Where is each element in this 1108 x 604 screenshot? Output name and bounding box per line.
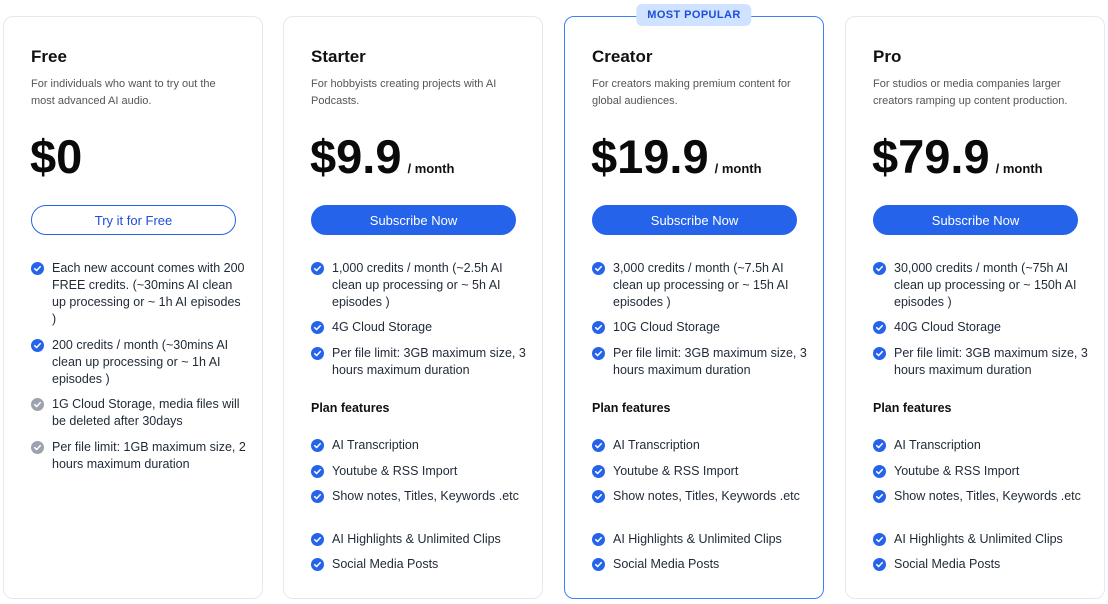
feature-item: Per file limit: 3GB maximum size, 3 hour…: [592, 345, 807, 379]
plan-feature-item: AI Highlights & Unlimited Clips: [311, 531, 526, 548]
plan-feature-item: AI Highlights & Unlimited Clips: [592, 531, 807, 548]
check-circle-icon: [873, 347, 886, 360]
plan-feature-item: Show notes, Titles, Keywords .etc: [873, 488, 1088, 505]
check-circle-icon: [31, 398, 44, 411]
subscribe-button[interactable]: Subscribe Now: [592, 205, 797, 235]
plan-price: $0: [30, 130, 83, 183]
plan-feature-item: Youtube & RSS Import: [592, 463, 807, 480]
feature-item: 10G Cloud Storage: [592, 319, 807, 336]
feature-item: 1G Cloud Storage, media files will be de…: [31, 396, 246, 430]
check-circle-icon: [592, 490, 605, 503]
most-popular-badge: MOST POPULAR: [636, 4, 752, 26]
plan-feature-item: Social Media Posts: [311, 556, 526, 573]
price-period: / month: [995, 161, 1043, 176]
plan-name: Starter: [311, 47, 366, 66]
feature-item: 1,000 credits / month (~2.5h AI clean up…: [311, 260, 526, 311]
feature-item: 40G Cloud Storage: [873, 319, 1088, 336]
plan-feature-item: AI Transcription: [592, 437, 807, 454]
check-circle-icon: [31, 339, 44, 352]
plan-name: Creator: [592, 47, 653, 66]
check-circle-icon: [311, 490, 324, 503]
check-circle-icon: [873, 558, 886, 571]
check-circle-icon: [592, 533, 605, 546]
feature-item: Each new account comes with 200 FREE cre…: [31, 260, 246, 328]
plan-name: Pro: [873, 47, 902, 66]
plan-description: For hobbyists creating projects with AI …: [311, 78, 497, 107]
price-row: $19.9 / month: [591, 127, 762, 187]
check-circle-icon: [873, 490, 886, 503]
check-circle-icon: [311, 558, 324, 571]
plan-feature-item: Show notes, Titles, Keywords .etc: [311, 488, 526, 505]
plan-feature-item: AI Highlights & Unlimited Clips: [873, 531, 1088, 548]
check-circle-icon: [311, 533, 324, 546]
check-circle-icon: [592, 465, 605, 478]
feature-item: Per file limit: 3GB maximum size, 3 hour…: [873, 345, 1088, 379]
plan-description: For studios or media companies larger cr…: [873, 78, 1068, 107]
check-circle-icon: [592, 558, 605, 571]
check-circle-icon: [31, 262, 44, 275]
plan-description: For creators making premium content for …: [592, 78, 791, 107]
plan-price: $19.9: [591, 130, 709, 183]
plan-description: For individuals who want to try out the …: [31, 78, 216, 107]
price-period: / month: [714, 161, 762, 176]
pricing-card-free: Free For individuals who want to try out…: [3, 16, 263, 599]
pricing-card-starter: Starter For hobbyists creating projects …: [283, 16, 543, 599]
feature-item: Per file limit: 3GB maximum size, 3 hour…: [311, 345, 526, 379]
check-circle-icon: [311, 321, 324, 334]
check-circle-icon: [873, 262, 886, 275]
feature-item: 4G Cloud Storage: [311, 319, 526, 336]
check-circle-icon: [873, 321, 886, 334]
try-free-button[interactable]: Try it for Free: [31, 205, 236, 235]
plan-feature-item: AI Transcription: [311, 437, 526, 454]
check-circle-icon: [873, 465, 886, 478]
price-row: $0: [30, 127, 82, 187]
pricing-card-creator: MOST POPULAR Creator For creators making…: [564, 4, 824, 599]
subscribe-button[interactable]: Subscribe Now: [873, 205, 1078, 235]
plan-feature-item: Social Media Posts: [873, 556, 1088, 573]
plan-features-heading: Plan features: [873, 401, 952, 415]
check-circle-icon: [592, 321, 605, 334]
check-circle-icon: [592, 262, 605, 275]
check-circle-icon: [311, 465, 324, 478]
feature-item: Per file limit: 1GB maximum size, 2 hour…: [31, 439, 246, 473]
price-row: $79.9 / month: [872, 127, 1043, 187]
check-circle-icon: [873, 533, 886, 546]
plan-feature-item: AI Transcription: [873, 437, 1088, 454]
plan-price: $9.9: [310, 130, 402, 183]
feature-item: 30,000 credits / month (~75h AI clean up…: [873, 260, 1088, 311]
check-circle-icon: [311, 262, 324, 275]
price-period: / month: [407, 161, 455, 176]
plan-feature-item: Youtube & RSS Import: [311, 463, 526, 480]
plan-feature-item: Show notes, Titles, Keywords .etc: [592, 488, 807, 505]
check-circle-icon: [311, 347, 324, 360]
plan-price: $79.9: [872, 130, 990, 183]
check-circle-icon: [592, 347, 605, 360]
pricing-card-pro: Pro For studios or media companies large…: [845, 16, 1105, 599]
check-circle-icon: [31, 441, 44, 454]
check-circle-icon: [311, 439, 324, 452]
check-circle-icon: [592, 439, 605, 452]
subscribe-button[interactable]: Subscribe Now: [311, 205, 516, 235]
plan-features-heading: Plan features: [311, 401, 390, 415]
price-row: $9.9 / month: [310, 127, 454, 187]
feature-item: 3,000 credits / month (~7.5h AI clean up…: [592, 260, 807, 311]
check-circle-icon: [873, 439, 886, 452]
plan-feature-item: Youtube & RSS Import: [873, 463, 1088, 480]
plan-features-heading: Plan features: [592, 401, 671, 415]
plan-feature-item: Social Media Posts: [592, 556, 807, 573]
plan-name: Free: [31, 47, 67, 66]
feature-item: 200 credits / month (~30mins AI clean up…: [31, 337, 246, 388]
